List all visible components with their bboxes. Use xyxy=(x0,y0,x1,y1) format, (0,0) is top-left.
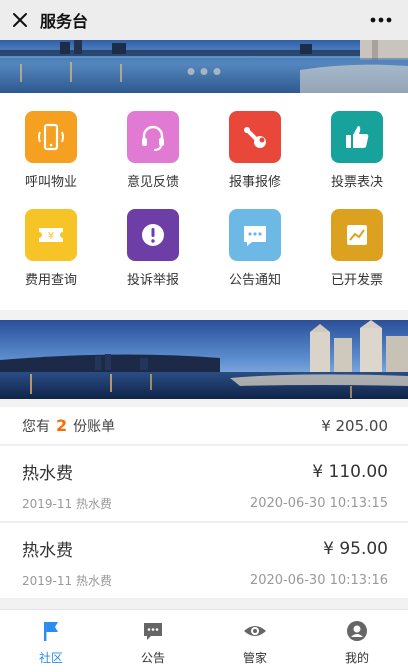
top-banner[interactable] xyxy=(0,40,408,93)
tab-label: 公告 xyxy=(140,651,165,665)
svg-text:¥: ¥ xyxy=(48,231,54,242)
phone-icon xyxy=(25,111,77,163)
bill-summary-text: 您有 2 份账单 xyxy=(22,416,115,436)
bill-name: 热水费 xyxy=(22,541,73,561)
service-feedback[interactable]: 意见反馈 xyxy=(102,111,204,209)
bill-amount: ¥ 110.00 xyxy=(312,461,388,482)
service-label: 呼叫物业 xyxy=(24,175,77,190)
service-label: 报事报修 xyxy=(228,175,281,190)
summary-suffix: 份账单 xyxy=(73,418,116,435)
page-title: 服务台 xyxy=(40,12,89,31)
bill-subtitle: 2019-11 热水费 xyxy=(22,497,112,511)
wrench-icon xyxy=(229,111,281,163)
service-notice[interactable]: 公告通知 xyxy=(204,209,306,307)
service-label: 意见反馈 xyxy=(126,175,179,190)
headset-icon xyxy=(127,111,179,163)
bottom-tab-bar: 社区 公告 管家 我的 xyxy=(0,609,408,672)
tab-profile[interactable]: 我的 xyxy=(306,610,408,672)
bill-amount: ¥ 95.00 xyxy=(323,538,388,559)
flag-icon xyxy=(44,622,58,641)
more-icon xyxy=(370,17,392,23)
bill-time: 2020-06-30 10:13:15 xyxy=(249,496,388,511)
close-icon xyxy=(13,13,27,27)
city-night-image xyxy=(0,320,408,399)
bill-subtitle: 2019-11 热水费 xyxy=(22,574,112,588)
service-invoice[interactable]: 已开发票 xyxy=(306,209,408,307)
service-call-property[interactable]: 呼叫物业 xyxy=(0,111,102,209)
carousel-dot[interactable] xyxy=(187,68,195,75)
service-complaint[interactable]: 投诉举报 xyxy=(102,209,204,307)
promo-banner[interactable] xyxy=(0,320,408,399)
service-label: 投票表决 xyxy=(330,175,383,190)
user-icon xyxy=(347,621,367,641)
service-vote[interactable]: 投票表决 xyxy=(306,111,408,209)
bill-total: ¥ 205.00 xyxy=(321,416,388,435)
service-grid: 呼叫物业 意见反馈 报事报修 投票表决 ¥ 费用查询 投诉举报 公告通知 已开发… xyxy=(0,93,408,310)
title-bar: 服务台 xyxy=(0,0,408,40)
eye-icon xyxy=(244,626,266,636)
more-button[interactable] xyxy=(366,8,396,32)
service-label: 投诉举报 xyxy=(126,273,179,288)
exclamation-icon xyxy=(127,209,179,261)
carousel-indicator xyxy=(187,68,221,75)
service-label: 费用查询 xyxy=(24,273,77,288)
tab-notices[interactable]: 公告 xyxy=(102,610,204,672)
tab-community[interactable]: 社区 xyxy=(0,610,102,672)
close-button[interactable] xyxy=(0,0,40,40)
message-icon xyxy=(144,623,162,640)
tab-butler[interactable]: 管家 xyxy=(204,610,306,672)
bill-name: 热水费 xyxy=(22,464,73,484)
bill-time: 2020-06-30 10:13:16 xyxy=(249,573,388,588)
summary-prefix: 您有 xyxy=(22,418,50,435)
thumbs-up-icon xyxy=(331,111,383,163)
bill-count: 2 xyxy=(56,415,68,435)
service-fee-query[interactable]: ¥ 费用查询 xyxy=(0,209,102,307)
bill-summary[interactable]: 您有 2 份账单 ¥ 205.00 xyxy=(0,407,408,445)
bill-item[interactable]: 热水费 ¥ 110.00 2019-11 热水费 2020-06-30 10:1… xyxy=(0,446,408,522)
service-repair[interactable]: 报事报修 xyxy=(204,111,306,209)
service-label: 已开发票 xyxy=(330,273,383,288)
tab-label: 社区 xyxy=(38,651,63,665)
invoice-chart-icon xyxy=(331,209,383,261)
tab-label: 我的 xyxy=(344,651,369,665)
city-skyline-image xyxy=(0,40,408,93)
ticket-yen-icon: ¥ xyxy=(25,209,77,261)
carousel-dot[interactable] xyxy=(200,68,208,75)
carousel-dot[interactable] xyxy=(213,68,221,75)
tab-label: 管家 xyxy=(242,651,267,665)
bill-item[interactable]: 热水费 ¥ 95.00 2019-11 热水费 2020-06-30 10:13… xyxy=(0,523,408,599)
service-label: 公告通知 xyxy=(228,273,281,288)
chat-bubble-icon xyxy=(229,209,281,261)
